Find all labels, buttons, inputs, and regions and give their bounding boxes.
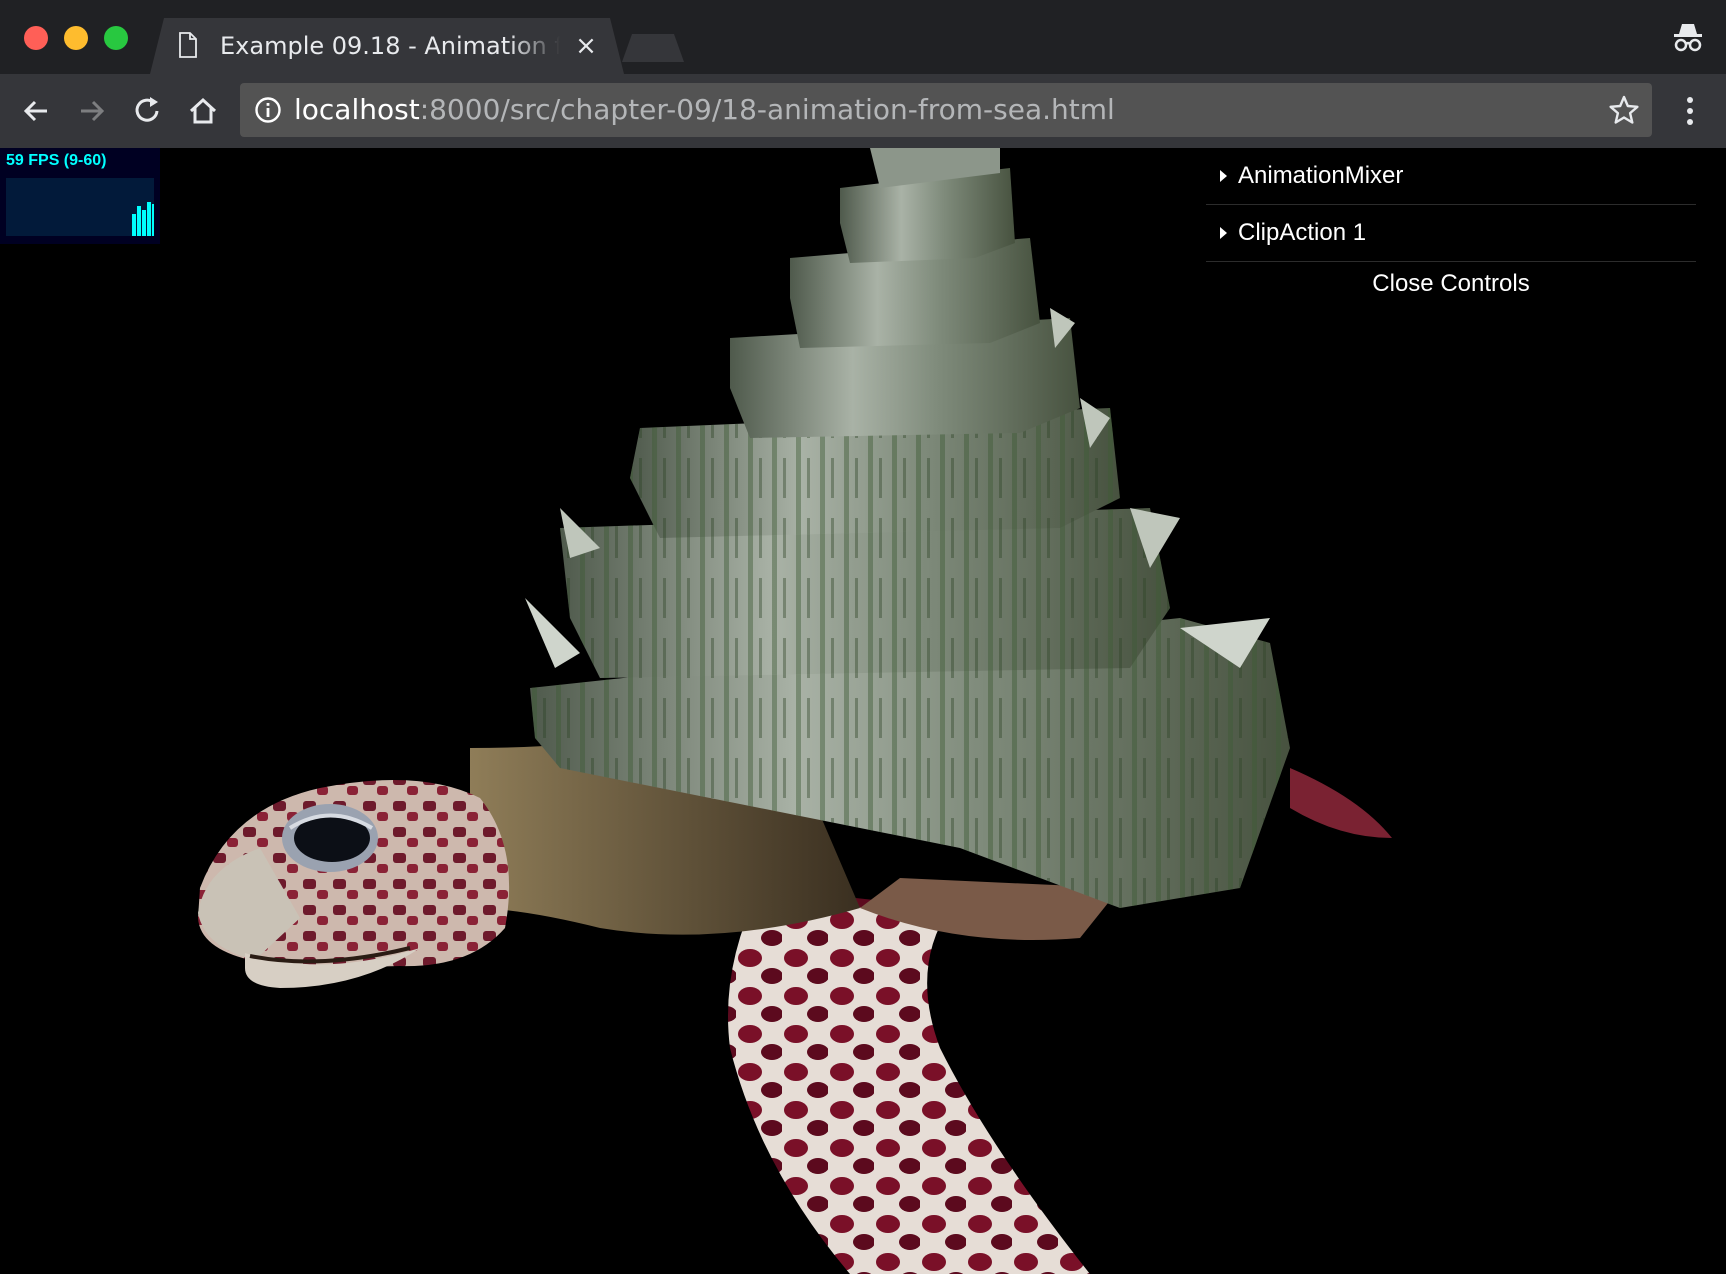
new-tab-button[interactable] <box>622 34 684 62</box>
browser-window: Example 09.18 - Animation from sea × <box>0 0 1726 1274</box>
url-text[interactable]: localhost:8000/src/chapter-09/18-animati… <box>294 93 1115 127</box>
close-window-button[interactable] <box>24 26 48 50</box>
fps-graph-bar <box>147 202 151 236</box>
tab-close-icon[interactable]: × <box>570 30 602 62</box>
fps-graph-bar <box>142 210 146 236</box>
caret-right-icon <box>1220 227 1227 239</box>
fps-graph-bar <box>152 204 154 236</box>
dat-gui-panel: AnimationMixer ClipAction 1 Close Contro… <box>1206 148 1696 310</box>
close-controls-button[interactable]: Close Controls <box>1206 262 1696 310</box>
caret-right-icon <box>1220 170 1227 182</box>
home-icon[interactable] <box>184 92 222 130</box>
info-icon[interactable] <box>254 96 282 124</box>
reload-icon[interactable] <box>128 92 166 130</box>
gui-folder-animation-mixer[interactable]: AnimationMixer <box>1206 148 1696 205</box>
fps-graph-bar <box>132 214 136 236</box>
more-menu-icon[interactable] <box>1676 92 1704 130</box>
minimize-window-button[interactable] <box>64 26 88 50</box>
toolbar: localhost:8000/src/chapter-09/18-animati… <box>0 74 1726 148</box>
url-path: :8000/src/chapter-09/18-animation-from-s… <box>419 93 1115 126</box>
address-bar[interactable]: localhost:8000/src/chapter-09/18-animati… <box>240 83 1652 137</box>
gui-folder-label: AnimationMixer <box>1238 162 1404 189</box>
maximize-window-button[interactable] <box>104 26 128 50</box>
sea-turtle-model <box>198 148 1392 1274</box>
fps-readout: 59 FPS (9-60) <box>6 152 107 169</box>
gui-folder-clip-action[interactable]: ClipAction 1 <box>1206 205 1696 262</box>
webgl-canvas[interactable]: 59 FPS (9-60) AnimationMixer ClipAction … <box>0 148 1726 1274</box>
tab-title: Example 09.18 - Animation from sea <box>220 32 560 60</box>
gui-folder-label: ClipAction 1 <box>1238 219 1367 246</box>
fps-stats-panel[interactable]: 59 FPS (9-60) <box>0 148 160 244</box>
tab-strip: Example 09.18 - Animation from sea × <box>0 0 1726 74</box>
back-arrow-icon[interactable] <box>17 92 55 130</box>
incognito-icon <box>1674 24 1702 52</box>
fps-graph <box>6 178 154 236</box>
bookmark-star-icon[interactable] <box>1608 94 1640 126</box>
document-icon <box>178 32 198 58</box>
fps-graph-bar <box>137 206 141 236</box>
tab-active[interactable]: Example 09.18 - Animation from sea × <box>150 18 624 74</box>
forward-arrow-icon[interactable] <box>73 92 111 130</box>
url-host: localhost <box>294 93 420 126</box>
